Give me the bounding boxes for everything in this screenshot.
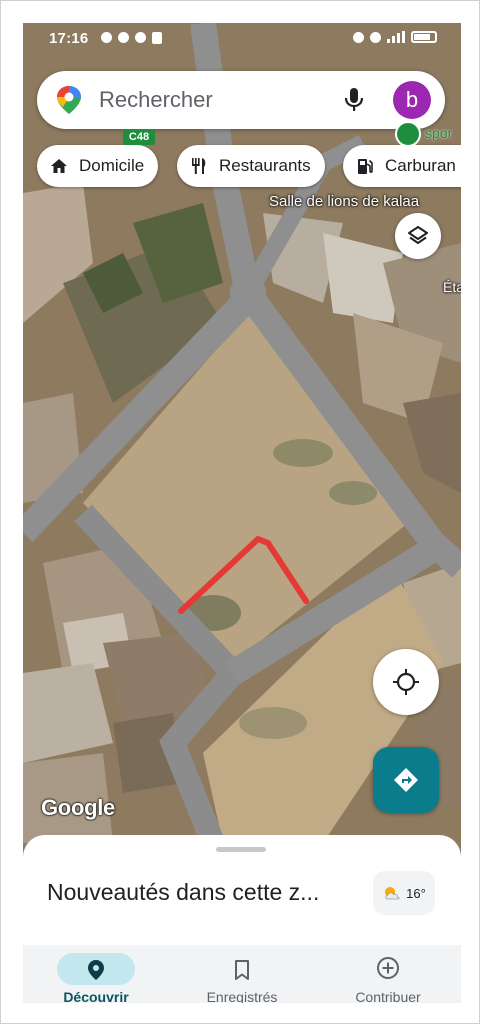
add-circle-icon	[377, 957, 399, 979]
chip-fuel[interactable]: Carburan	[343, 145, 461, 187]
nav-explore-label: Découvrir	[63, 989, 129, 1003]
nav-explore[interactable]: Découvrir	[23, 945, 169, 1003]
settings-icon	[135, 32, 146, 43]
chip-home-label: Domicile	[79, 156, 145, 175]
account-avatar[interactable]: b	[393, 81, 431, 119]
search-placeholder[interactable]: Rechercher	[99, 87, 213, 113]
my-location-button[interactable]	[373, 649, 439, 715]
gas-station-icon	[358, 159, 373, 174]
my-location-icon	[393, 669, 419, 695]
restaurant-icon	[192, 158, 206, 174]
weather-temp: 16°	[406, 885, 426, 901]
sheet-title[interactable]: Nouveautés dans cette z...	[47, 879, 319, 906]
edge-place-label[interactable]: Éta	[443, 279, 461, 295]
poi-sport-label[interactable]: spor	[425, 125, 452, 141]
device-frame: 17:16 Rechercher b Domicile Restaurants …	[0, 0, 480, 1024]
system-icons	[353, 31, 437, 43]
message-icon	[101, 32, 112, 43]
battery-icon	[411, 31, 437, 43]
chip-fuel-label: Carburan	[385, 156, 456, 175]
chip-home[interactable]: Domicile	[37, 145, 159, 187]
nav-contribute[interactable]: Contribuer	[315, 945, 461, 1003]
phone-screen: 17:16 Rechercher b Domicile Restaurants …	[23, 23, 461, 1003]
bottom-sheet[interactable]: Nouveautés dans cette z... 16° Découvrir	[23, 835, 461, 1003]
sim-icon	[152, 32, 162, 44]
nav-saved-label: Enregistrés	[206, 989, 278, 1003]
home-icon	[51, 159, 67, 173]
microphone-icon[interactable]	[343, 87, 365, 113]
chip-restaurants[interactable]: Restaurants	[177, 145, 325, 187]
sheet-drag-handle[interactable]	[216, 847, 266, 852]
alarm-icon	[353, 31, 364, 43]
maps-logo-icon	[57, 86, 81, 114]
status-bar: 17:16	[23, 23, 461, 57]
location-icon	[370, 31, 381, 43]
place-label[interactable]: Salle de lions de kalaa	[269, 193, 419, 210]
road-shield: C48	[123, 129, 155, 145]
partly-cloudy-icon	[385, 887, 400, 900]
poi-sport-icon[interactable]	[395, 121, 421, 147]
layers-icon	[408, 226, 428, 244]
chip-restaurants-label: Restaurants	[219, 156, 311, 175]
directions-button[interactable]	[373, 747, 439, 813]
status-time: 17:16	[49, 30, 89, 47]
nav-saved[interactable]: Enregistrés	[169, 945, 315, 1003]
bottom-nav: Découvrir Enregistrés Contribuer	[23, 945, 461, 1003]
weather-chip[interactable]: 16°	[373, 871, 435, 915]
messenger-icon	[118, 32, 129, 43]
directions-icon	[394, 768, 418, 792]
bookmark-icon	[235, 960, 249, 980]
notification-icons	[101, 32, 162, 44]
layers-button[interactable]	[395, 213, 441, 259]
nav-contribute-label: Contribuer	[355, 989, 421, 1003]
signal-icon	[387, 31, 405, 43]
search-bar[interactable]: Rechercher b	[37, 71, 445, 129]
google-watermark: Google	[41, 795, 115, 820]
explore-pin-icon	[88, 960, 104, 980]
